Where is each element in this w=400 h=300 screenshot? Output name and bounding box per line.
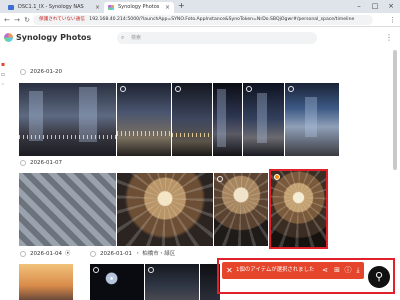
selection-action-bar: ✕ 1個のアイテムが選択されました ⋖ ⊞ ⓘ ⤓ — [222, 262, 364, 279]
insecure-warning: 保護されていない通信 — [39, 17, 85, 22]
new-tab-icon[interactable]: + — [178, 1, 185, 10]
search-placeholder: 検索 — [131, 35, 142, 41]
photo-select-checkbox[interactable] — [120, 86, 126, 92]
add-to-album-icon[interactable]: ⊞ — [332, 262, 342, 279]
tab-label: DSC1.1_IX - Synology NAS — [18, 4, 84, 10]
tab-synology-photos[interactable]: Synology Photos × — [104, 2, 174, 13]
search-input[interactable]: ⌕ 検索 — [117, 32, 317, 44]
date-label: 2026-01-01 — [100, 251, 132, 257]
photo-thumbnail[interactable] — [117, 83, 171, 156]
close-selection-icon[interactable]: ✕ — [226, 262, 233, 279]
app-title: Synology Photos — [16, 33, 92, 42]
forward-icon[interactable]: → — [12, 13, 22, 27]
address-bar: ← → ↻ 保護されていない通信 192.168.40.214:5000/?la… — [0, 13, 400, 27]
minimize-icon[interactable]: – — [352, 0, 366, 12]
photo-select-checkbox[interactable] — [148, 267, 154, 273]
photo-thumbnail[interactable] — [213, 83, 242, 156]
synology-photos-logo-icon — [4, 33, 13, 42]
app-header: Synology Photos ⌕ 検索 ⋮ — [0, 28, 400, 48]
share-icon[interactable]: ⋖ — [320, 262, 330, 279]
search-icon: ⌕ — [121, 34, 125, 41]
date-label: 2026-01-07 — [30, 160, 62, 166]
download-icon[interactable]: ⤓ — [353, 262, 363, 279]
photo-select-checkbox[interactable] — [246, 86, 252, 92]
photo-thumbnail[interactable] — [90, 264, 144, 300]
close-icon[interactable]: × — [165, 2, 170, 13]
group-select-checkbox[interactable] — [20, 159, 26, 166]
zoom-search-icon[interactable]: ⚲ — [368, 266, 390, 288]
photo-thumbnail[interactable] — [172, 83, 212, 156]
photos-nav-icon[interactable]: ▪ — [1, 62, 7, 68]
selected-photo-highlight — [269, 169, 328, 249]
photo-thumbnail[interactable] — [214, 173, 268, 246]
photo-thumbnail[interactable] — [117, 173, 213, 246]
url-text: 192.168.40.214:5000/?launchApp=SYNO.Foto… — [89, 17, 355, 22]
group-select-checkbox[interactable] — [90, 250, 96, 257]
synology-favicon-icon — [8, 5, 14, 10]
date-label: 2026-01-04 — [30, 251, 62, 257]
photo-thumbnail[interactable] — [19, 173, 116, 246]
location-pin-icon: ⦿ — [64, 251, 71, 257]
photo-thumbnail[interactable] — [19, 264, 73, 300]
more-options-icon[interactable]: ⋮ — [385, 33, 393, 42]
photo-select-checkbox[interactable] — [93, 267, 99, 273]
albums-nav-icon[interactable]: ▫ — [1, 72, 7, 78]
photos-favicon-icon — [108, 5, 114, 10]
left-rail: ▪ ▫ ◦ — [0, 48, 8, 300]
window-close-icon[interactable]: × — [384, 0, 398, 12]
group-select-checkbox[interactable] — [20, 68, 26, 75]
reload-icon[interactable]: ↻ — [22, 13, 32, 27]
browser-tab-bar: DSC1.1_IX - Synology NAS × Synology Phot… — [0, 0, 400, 13]
photo-select-checkbox[interactable] — [175, 86, 181, 92]
photo-thumbnail[interactable] — [19, 83, 116, 156]
location-label: ・ 柏橋市・緑区 — [134, 251, 176, 257]
group-select-checkbox[interactable] — [20, 250, 26, 257]
photo-thumbnail[interactable] — [285, 83, 339, 156]
scroll-thumb[interactable] — [393, 50, 397, 170]
date-header: 2026-01-07 — [20, 159, 62, 167]
close-icon[interactable]: × — [95, 2, 100, 13]
photo-select-checkbox[interactable] — [288, 86, 294, 92]
browser-menu-icon[interactable]: ⋮ — [389, 13, 396, 27]
sharing-nav-icon[interactable]: ◦ — [1, 82, 7, 88]
date-label: 2026-01-20 — [30, 69, 62, 75]
url-field[interactable]: 保護されていない通信 192.168.40.214:5000/?launchAp… — [33, 15, 373, 25]
selection-count-text: 1個のアイテムが選択されました — [236, 267, 315, 273]
maximize-icon[interactable]: □ — [368, 0, 382, 12]
photo-thumbnail[interactable] — [243, 83, 284, 156]
back-icon[interactable]: ← — [2, 13, 12, 27]
tab-synology-nas[interactable]: DSC1.1_IX - Synology NAS × — [4, 2, 104, 13]
tab-label: Synology Photos — [118, 4, 160, 10]
photo-thumbnail[interactable] — [145, 264, 199, 300]
date-header: 2026-01-01 ・ 柏橋市・緑区 — [90, 250, 175, 258]
date-header: 2026-01-04 ⦿ — [20, 250, 70, 258]
info-icon[interactable]: ⓘ — [343, 262, 353, 279]
date-header: 2026-01-20 — [20, 68, 62, 76]
